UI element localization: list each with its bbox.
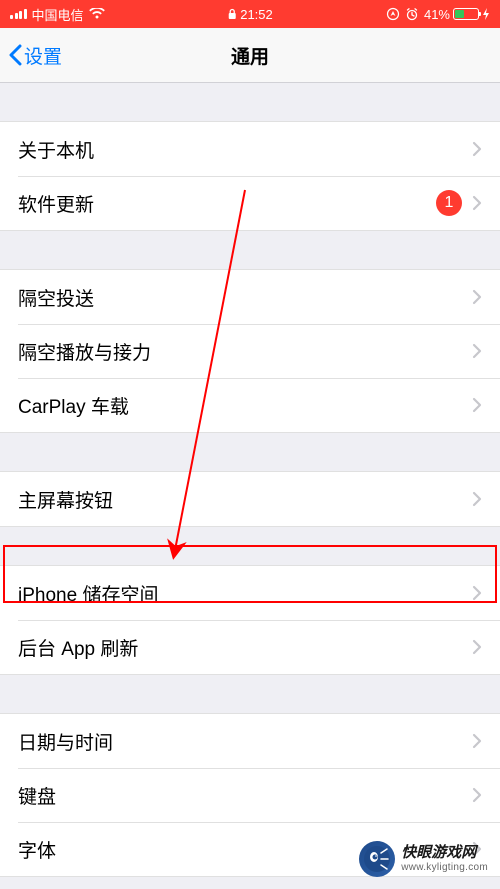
list-item-background-refresh[interactable]: 后台 App 刷新 xyxy=(0,620,500,674)
spacer xyxy=(0,527,500,565)
navigation-bar: 设置 通用 xyxy=(0,28,500,83)
list-item-software-update[interactable]: 软件更新 1 xyxy=(0,176,500,230)
status-left: 中国电信 xyxy=(10,5,105,24)
watermark-title: 快眼游戏网 xyxy=(401,844,488,862)
chevron-right-icon xyxy=(472,491,482,507)
chevron-right-icon xyxy=(472,397,482,413)
chevron-right-icon xyxy=(472,343,482,359)
watermark-logo xyxy=(359,841,395,877)
list-group: 隔空投送隔空播放与接力 CarPlay 车载 xyxy=(0,269,500,433)
watermark-url: www.kyligting.com xyxy=(401,862,488,874)
list-group: 主屏幕按钮 xyxy=(0,471,500,527)
spacer xyxy=(0,675,500,713)
item-label: CarPlay 车载 xyxy=(18,392,129,419)
item-label: 关于本机 xyxy=(18,136,94,163)
item-label: 主屏幕按钮 xyxy=(18,486,113,513)
watermark: 快眼游戏网 www.kyligting.com xyxy=(359,841,488,877)
chevron-right-icon xyxy=(472,639,482,655)
item-right xyxy=(472,733,482,749)
list-group: iPhone 储存空间后台 App 刷新 xyxy=(0,565,500,675)
list-item-carplay[interactable]: CarPlay 车载 xyxy=(0,378,500,432)
list-group: 关于本机软件更新 1 xyxy=(0,121,500,231)
list-item-home-button[interactable]: 主屏幕按钮 xyxy=(0,472,500,526)
item-label: 键盘 xyxy=(18,782,56,809)
item-right xyxy=(472,289,482,305)
chevron-right-icon xyxy=(472,195,482,211)
status-bar: 中国电信 21:52 41% xyxy=(0,0,500,28)
spacer xyxy=(0,231,500,269)
battery-percent-label: 41% xyxy=(424,7,450,22)
item-right xyxy=(472,787,482,803)
status-right: 41% xyxy=(386,7,490,22)
item-right xyxy=(472,343,482,359)
alarm-icon xyxy=(405,7,419,21)
spacer xyxy=(0,433,500,471)
chevron-right-icon xyxy=(472,733,482,749)
time-label: 21:52 xyxy=(240,7,273,22)
notification-badge: 1 xyxy=(436,190,462,216)
item-label: 隔空投送 xyxy=(18,284,94,311)
chevron-right-icon xyxy=(472,585,482,601)
wifi-icon xyxy=(89,8,105,20)
item-right xyxy=(472,585,482,601)
item-label: iPhone 储存空间 xyxy=(18,580,158,607)
chevron-left-icon xyxy=(8,44,22,66)
item-label: 隔空播放与接力 xyxy=(18,338,151,365)
list-item-airdrop[interactable]: 隔空投送 xyxy=(0,270,500,324)
list-item-airplay[interactable]: 隔空播放与接力 xyxy=(0,324,500,378)
charging-icon xyxy=(482,8,490,20)
battery-indicator: 41% xyxy=(424,7,490,22)
item-right: 1 xyxy=(436,190,482,216)
list-item-keyboard[interactable]: 键盘 xyxy=(0,768,500,822)
status-center: 21:52 xyxy=(227,7,273,22)
item-right xyxy=(472,141,482,157)
carrier-label: 中国电信 xyxy=(32,5,84,24)
chevron-right-icon xyxy=(472,289,482,305)
item-label: 字体 xyxy=(18,836,56,863)
page-title: 通用 xyxy=(231,42,269,69)
list-item-date-time[interactable]: 日期与时间 xyxy=(0,714,500,768)
item-label: 软件更新 xyxy=(18,190,94,217)
lock-icon xyxy=(227,8,237,20)
chevron-right-icon xyxy=(472,141,482,157)
spacer xyxy=(0,83,500,121)
list-item-about[interactable]: 关于本机 xyxy=(0,122,500,176)
signal-icon xyxy=(10,9,27,19)
item-right xyxy=(472,397,482,413)
list-item-iphone-storage[interactable]: iPhone 储存空间 xyxy=(0,566,500,620)
item-label: 日期与时间 xyxy=(18,728,113,755)
settings-content: 关于本机软件更新 1 隔空投送隔空播放与接力 CarPlay 车载主屏幕按钮 iPhon… xyxy=(0,121,500,877)
item-right xyxy=(472,491,482,507)
item-right xyxy=(472,639,482,655)
item-label: 后台 App 刷新 xyxy=(18,634,138,661)
location-icon xyxy=(386,7,400,21)
back-label: 设置 xyxy=(24,42,62,69)
back-button[interactable]: 设置 xyxy=(8,42,62,69)
chevron-right-icon xyxy=(472,787,482,803)
